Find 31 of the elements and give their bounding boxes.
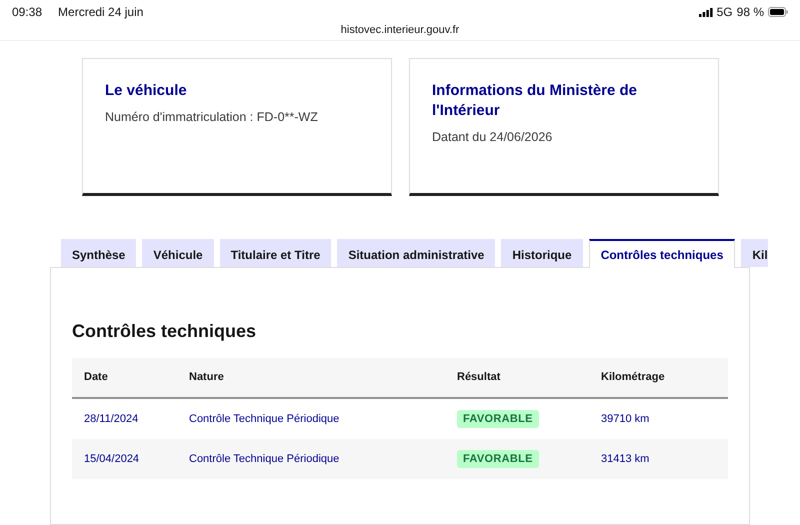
card-title: Informations du Ministère de l'Intérieur	[432, 81, 638, 121]
date-link[interactable]: 28/11/2024	[84, 412, 138, 425]
tab[interactable]: Kil	[741, 239, 768, 267]
nature-link[interactable]: Contrôle Technique Périodique	[189, 412, 340, 425]
tab[interactable]: Situation administrative	[337, 239, 496, 267]
column-header: Kilométrage	[601, 370, 666, 386]
result-tag: FAVORABLE	[457, 410, 539, 428]
tab[interactable]: Véhicule	[142, 239, 214, 267]
tab[interactable]: Synthèse	[61, 239, 136, 267]
column-header: Date	[83, 370, 109, 386]
tab[interactable]: Historique	[501, 239, 583, 267]
tab[interactable]: Titulaire et Titre	[220, 239, 332, 267]
mileage-link[interactable]: 31413 km	[601, 452, 650, 465]
url-text: histovec.interieur.gouv.fr	[340, 24, 460, 36]
mileage-link[interactable]: 39710 km	[601, 412, 650, 425]
result-tag: FAVORABLE	[457, 450, 539, 468]
card-text: Datant du 24/06/2026	[432, 129, 554, 146]
column-header: Nature	[189, 370, 225, 386]
tab[interactable]: Contrôles techniques	[588, 239, 736, 268]
section-heading: Contrôles techniques	[72, 320, 258, 343]
battery-icon	[768, 7, 788, 17]
card-text: Numéro d'immatriculation : FD-0**-WZ	[105, 109, 319, 126]
card-title: Le véhicule	[105, 81, 188, 101]
network-label: 5G	[716, 4, 733, 21]
status-date: Mercredi 24 juin	[58, 4, 144, 21]
battery-percent: 98 %	[736, 4, 764, 21]
signal-icon	[698, 8, 713, 16]
date-link[interactable]: 15/04/2024	[84, 452, 140, 465]
nature-link[interactable]: Contrôle Technique Périodique	[189, 452, 340, 465]
status-time: 09:38	[12, 4, 42, 21]
column-header: Résultat	[457, 370, 502, 386]
